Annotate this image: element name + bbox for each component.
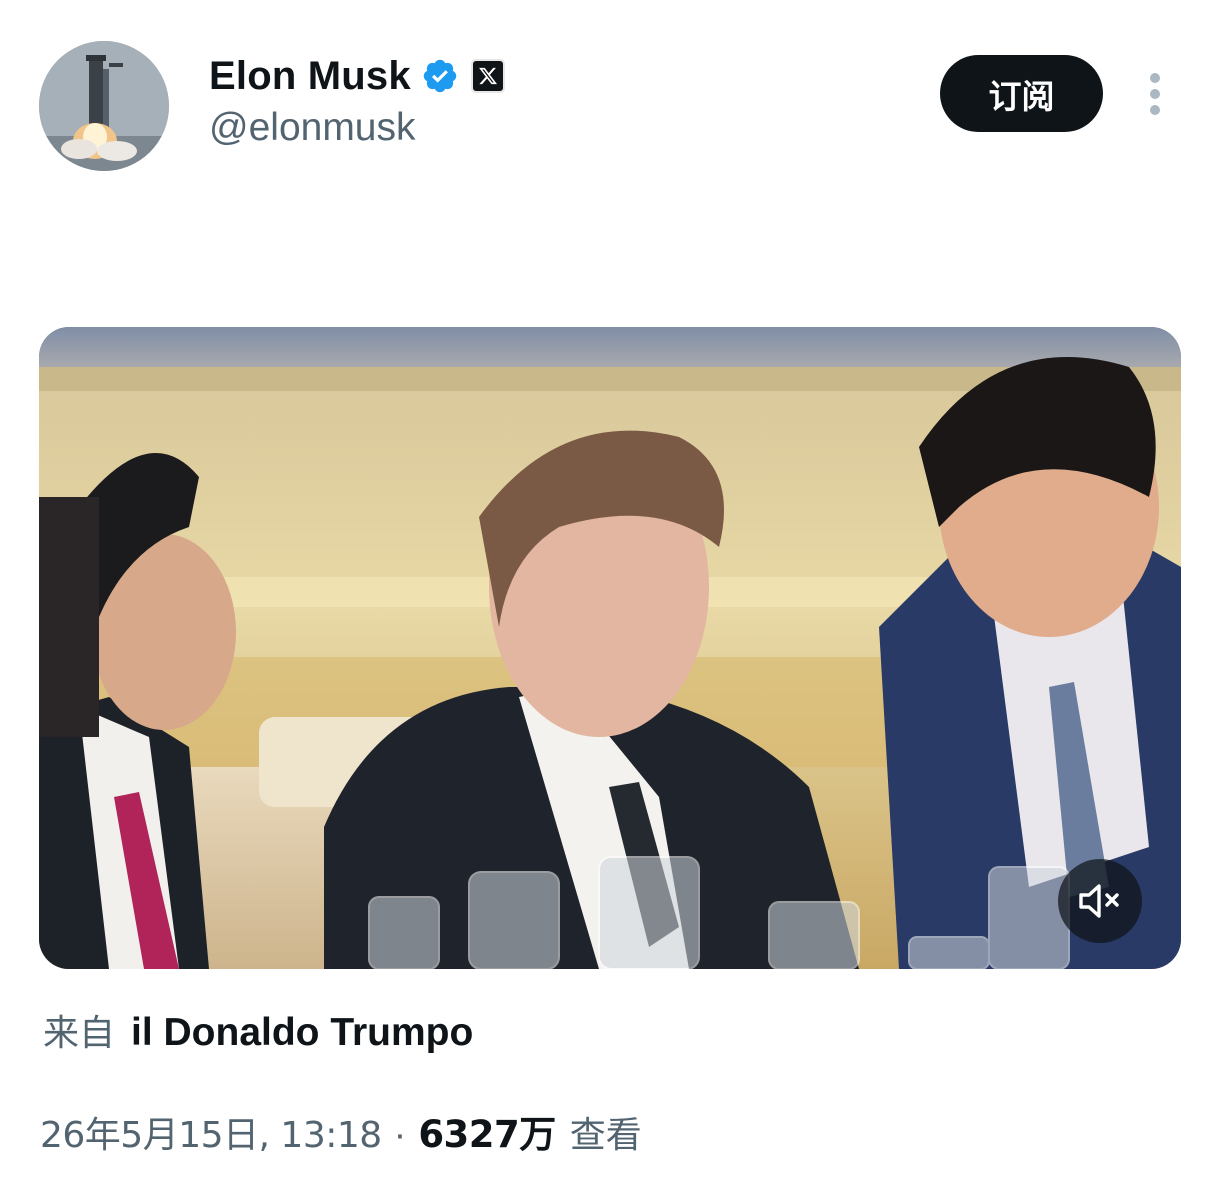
volume-muted-icon	[1079, 884, 1119, 918]
avatar[interactable]	[39, 41, 169, 171]
x-logo-icon[interactable]	[470, 59, 505, 93]
post-meta: 26年5月15日, 13:18 · 6327万 查看	[40, 1104, 642, 1158]
more-vertical-icon	[1150, 73, 1160, 115]
meta-separator: ·	[393, 1114, 407, 1156]
post-timestamp[interactable]: 26年5月15日, 13:18	[40, 1106, 382, 1158]
video-player[interactable]	[39, 327, 1181, 969]
attribution-source-link[interactable]: il Donaldo Trumpo	[131, 1011, 473, 1055]
author-name-row: Elon Musk	[209, 52, 505, 100]
video-attribution: 来自 il Donaldo Trumpo	[43, 1004, 473, 1056]
rocket-launch-avatar	[39, 41, 169, 171]
attribution-prefix: 来自	[43, 1013, 116, 1054]
mute-toggle-button[interactable]	[1058, 859, 1142, 943]
subscribe-button[interactable]: 订阅	[940, 55, 1103, 132]
more-options-button[interactable]	[1140, 70, 1170, 118]
verified-badge-icon[interactable]	[421, 57, 459, 95]
views-count: 6327万	[418, 1113, 556, 1156]
author-handle[interactable]: @elonmusk	[209, 106, 416, 150]
author-display-name[interactable]: Elon Musk	[209, 54, 411, 99]
video-frame	[39, 327, 1181, 969]
views-label: 查看	[569, 1115, 642, 1156]
